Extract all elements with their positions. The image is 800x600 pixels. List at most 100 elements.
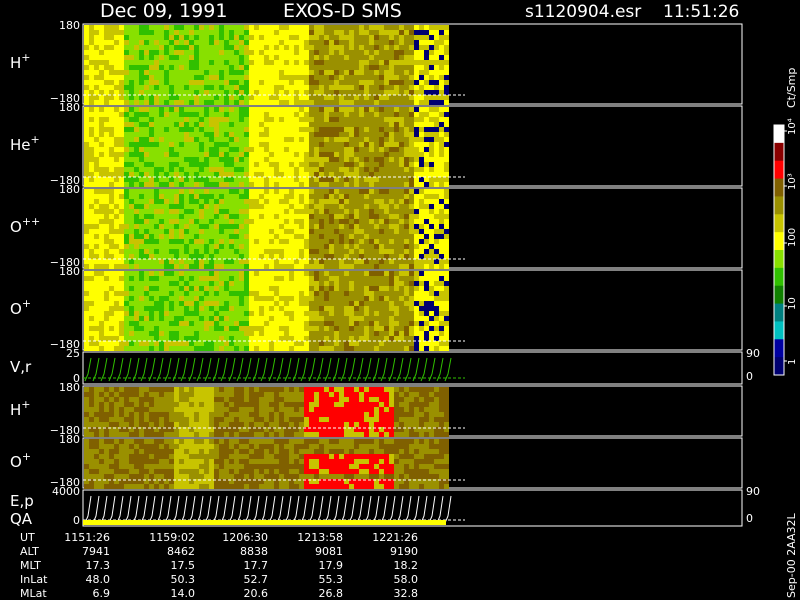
spectrogram-cell bbox=[249, 157, 254, 162]
spectrogram-cell bbox=[289, 85, 294, 90]
spectrogram-cell bbox=[309, 90, 314, 95]
spectrogram-cell bbox=[414, 326, 419, 331]
spectrogram-cell bbox=[304, 199, 309, 204]
spectrogram-cell bbox=[289, 65, 294, 70]
spectrogram-cell bbox=[364, 281, 369, 286]
spectrogram-cell bbox=[274, 30, 279, 35]
spectrogram-cell bbox=[279, 177, 284, 182]
spectrogram-cell bbox=[314, 204, 319, 209]
spectrogram-cell bbox=[429, 219, 434, 224]
spectrogram-cell bbox=[364, 90, 369, 95]
spectrogram-cell bbox=[244, 35, 249, 40]
spectrogram-cell bbox=[444, 336, 449, 341]
spectrogram-cell bbox=[89, 85, 94, 90]
spectrogram-cell bbox=[179, 85, 184, 90]
spectrogram-cell bbox=[244, 50, 249, 55]
spectrogram-cell bbox=[139, 65, 144, 70]
spectrogram-cell bbox=[209, 45, 214, 50]
spectrogram-cell bbox=[359, 177, 364, 182]
spectrogram-cell bbox=[439, 132, 444, 137]
spectrogram-cell bbox=[124, 397, 129, 402]
spectrogram-cell bbox=[399, 336, 404, 341]
spectrogram-cell bbox=[359, 50, 364, 55]
spectrogram-cell bbox=[184, 25, 189, 30]
spectrogram-cell bbox=[184, 90, 189, 95]
spectrogram-cell bbox=[364, 112, 369, 117]
spectrogram-cell bbox=[329, 70, 334, 75]
spectrogram-cell bbox=[354, 234, 359, 239]
spectrogram-cell bbox=[194, 30, 199, 35]
spectrogram-cell bbox=[374, 112, 379, 117]
spectrogram-cell bbox=[284, 70, 289, 75]
spectrogram-cell bbox=[384, 70, 389, 75]
spectrogram-cell bbox=[199, 239, 204, 244]
spectrogram-cell bbox=[419, 286, 424, 291]
spectrogram-cell bbox=[429, 95, 434, 100]
spectrogram-cell bbox=[444, 254, 449, 259]
spectrogram-cell bbox=[139, 281, 144, 286]
spectrogram-cell bbox=[369, 95, 374, 100]
spectrogram-cell bbox=[299, 199, 304, 204]
spectrogram-cell bbox=[134, 157, 139, 162]
spectrogram-cell bbox=[254, 336, 259, 341]
spectrogram-cell bbox=[139, 157, 144, 162]
spectrogram-cell bbox=[369, 172, 374, 177]
panel-species-label: H+ bbox=[10, 51, 31, 72]
spectrogram-cell bbox=[84, 142, 89, 147]
spectrogram-cell bbox=[379, 264, 384, 269]
spectrogram-cell bbox=[194, 432, 199, 437]
spectrogram-cell bbox=[119, 209, 124, 214]
spectrogram-cell bbox=[444, 264, 449, 269]
spectrogram-cell bbox=[179, 392, 184, 397]
spectrogram-cell bbox=[149, 117, 154, 122]
spectrogram-cell bbox=[309, 152, 314, 157]
spectrogram-cell bbox=[429, 122, 434, 127]
spectrogram-cell bbox=[84, 346, 89, 351]
spectrogram-cell bbox=[149, 422, 154, 427]
spectrogram-cell bbox=[414, 70, 419, 75]
spectrogram-cell bbox=[294, 229, 299, 234]
spectrogram-cell bbox=[104, 214, 109, 219]
spectrogram-cell bbox=[334, 286, 339, 291]
spectrogram-cell bbox=[274, 326, 279, 331]
spectrogram-cell bbox=[409, 286, 414, 291]
spectrogram-cell bbox=[444, 100, 449, 105]
spectrogram-cell bbox=[294, 122, 299, 127]
spectrogram-cell bbox=[104, 331, 109, 336]
spectrogram-cell bbox=[349, 172, 354, 177]
spectrogram-cell bbox=[394, 306, 399, 311]
spectrogram-cell bbox=[99, 234, 104, 239]
spectrogram-cell bbox=[229, 229, 234, 234]
spectrogram-cell bbox=[214, 402, 219, 407]
spectrogram-cell bbox=[234, 209, 239, 214]
spectrogram-cell bbox=[319, 55, 324, 60]
spectrogram-cell bbox=[269, 341, 274, 346]
spectrogram-cell bbox=[409, 55, 414, 60]
spectrogram-cell bbox=[339, 321, 344, 326]
spectrogram-cell bbox=[194, 311, 199, 316]
spectrogram-cell bbox=[89, 321, 94, 326]
spectrogram-cell bbox=[254, 50, 259, 55]
spectrogram-cell bbox=[389, 199, 394, 204]
spectrogram-cell bbox=[304, 254, 309, 259]
spectrogram-cell bbox=[334, 301, 339, 306]
spectrogram-cell bbox=[224, 147, 229, 152]
spectrogram-cell bbox=[289, 147, 294, 152]
spectrogram-cell bbox=[444, 50, 449, 55]
spectrogram-cell bbox=[139, 417, 144, 422]
spectrogram-cell bbox=[239, 137, 244, 142]
spectrogram-cell bbox=[249, 25, 254, 30]
spectrogram-cell bbox=[139, 209, 144, 214]
spectrogram-cell bbox=[219, 249, 224, 254]
spectrogram-cell bbox=[274, 331, 279, 336]
spectrogram-cell bbox=[234, 55, 239, 60]
spectrogram-cell bbox=[419, 45, 424, 50]
spectrogram-cell bbox=[319, 162, 324, 167]
spectrogram-cell bbox=[394, 70, 399, 75]
spectrogram-cell bbox=[144, 244, 149, 249]
spectrogram-cell bbox=[364, 85, 369, 90]
spectrogram-cell bbox=[434, 209, 439, 214]
spectrogram-cell bbox=[124, 417, 129, 422]
spectrogram-cell bbox=[339, 172, 344, 177]
spectrogram-cell bbox=[339, 55, 344, 60]
